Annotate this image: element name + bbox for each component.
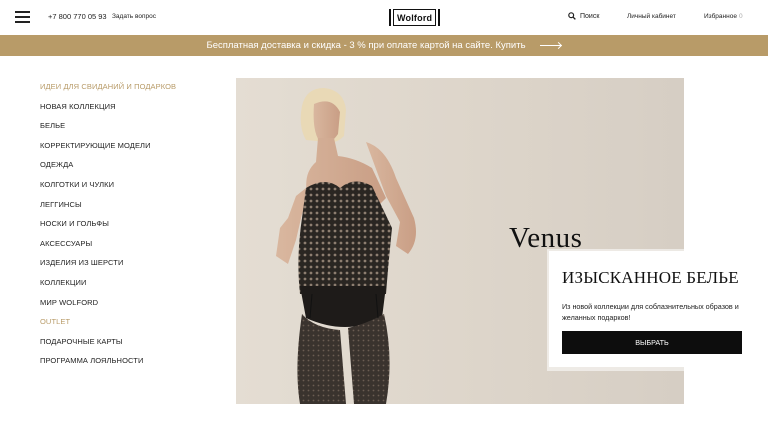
card-title: ИЗЫСКАННОЕ БЕЛЬЕ [562,268,739,287]
favorites-label: Избранное [704,13,737,20]
promo-text: Бесплатная доставка и скидка - 3 % при о… [206,40,526,51]
logo-text: Wolford [393,9,437,26]
ask-question-link[interactable]: Задать вопрос [112,13,156,20]
account-link[interactable]: Личный кабинет [627,13,676,20]
nav-item-world-wolford[interactable]: МИР WOLFORD [40,298,220,318]
nav-item-loyalty[interactable]: ПРОГРАММА ЛОЯЛЬНОСТИ [40,356,220,376]
nav-item-gift-cards[interactable]: ПОДАРОЧНЫЕ КАРТЫ [40,337,220,357]
nav-item-new-collection[interactable]: НОВАЯ КОЛЛЕКЦИЯ [40,102,220,122]
nav-item-tights-stockings[interactable]: КОЛГОТКИ И ЧУЛКИ [40,180,220,200]
hamburger-menu-icon[interactable] [15,11,30,23]
logo-bar-left [389,9,391,26]
nav-item-shapewear[interactable]: КОРРЕКТИРУЮЩИЕ МОДЕЛИ [40,141,220,161]
nav-item-collections[interactable]: КОЛЛЕКЦИИ [40,278,220,298]
search-label: Поиск [580,12,600,20]
logo-bar-right [438,9,441,26]
nav-item-outlet[interactable]: OUTLET [40,317,220,337]
nav-item-lingerie[interactable]: БЕЛЬЕ [40,121,220,141]
nav-item-accessories[interactable]: АКСЕССУАРЫ [40,239,220,259]
favorites-count: 0 [738,13,743,20]
arrow-right-icon [539,42,562,49]
search-button[interactable]: Поиск [568,12,599,20]
favorites-link[interactable]: Избранное 0 [704,13,743,20]
promo-banner[interactable]: Бесплатная доставка и скидка - 3 % при о… [0,35,768,56]
nav-item-leggings[interactable]: ЛЕГГИНСЫ [40,200,220,220]
nav-item-gift-ideas[interactable]: ИДЕИ ДЛЯ СВИДАНИЙ И ПОДАРКОВ [40,82,220,102]
category-nav: ИДЕИ ДЛЯ СВИДАНИЙ И ПОДАРКОВ НОВАЯ КОЛЛЕ… [40,82,220,376]
phone-link[interactable]: +7 800 770 05 93 [48,12,107,21]
search-icon [568,12,576,20]
card-description: Из новой коллекции для соблазнительных о… [562,302,739,322]
site-header: +7 800 770 05 93 Задать вопрос Wolford П… [0,0,768,34]
wolford-logo[interactable]: Wolford [388,9,441,26]
nav-item-wool[interactable]: ИЗДЕЛИЯ ИЗ ШЕРСТИ [40,258,220,278]
nav-item-clothing[interactable]: ОДЕЖДА [40,160,220,180]
nav-item-socks[interactable]: НОСКИ И ГОЛЬФЫ [40,219,220,239]
promo-card: ИЗЫСКАННОЕ БЕЛЬЕ Из новой коллекции для … [549,251,759,367]
choose-button[interactable]: ВЫБРАТЬ [562,331,742,354]
